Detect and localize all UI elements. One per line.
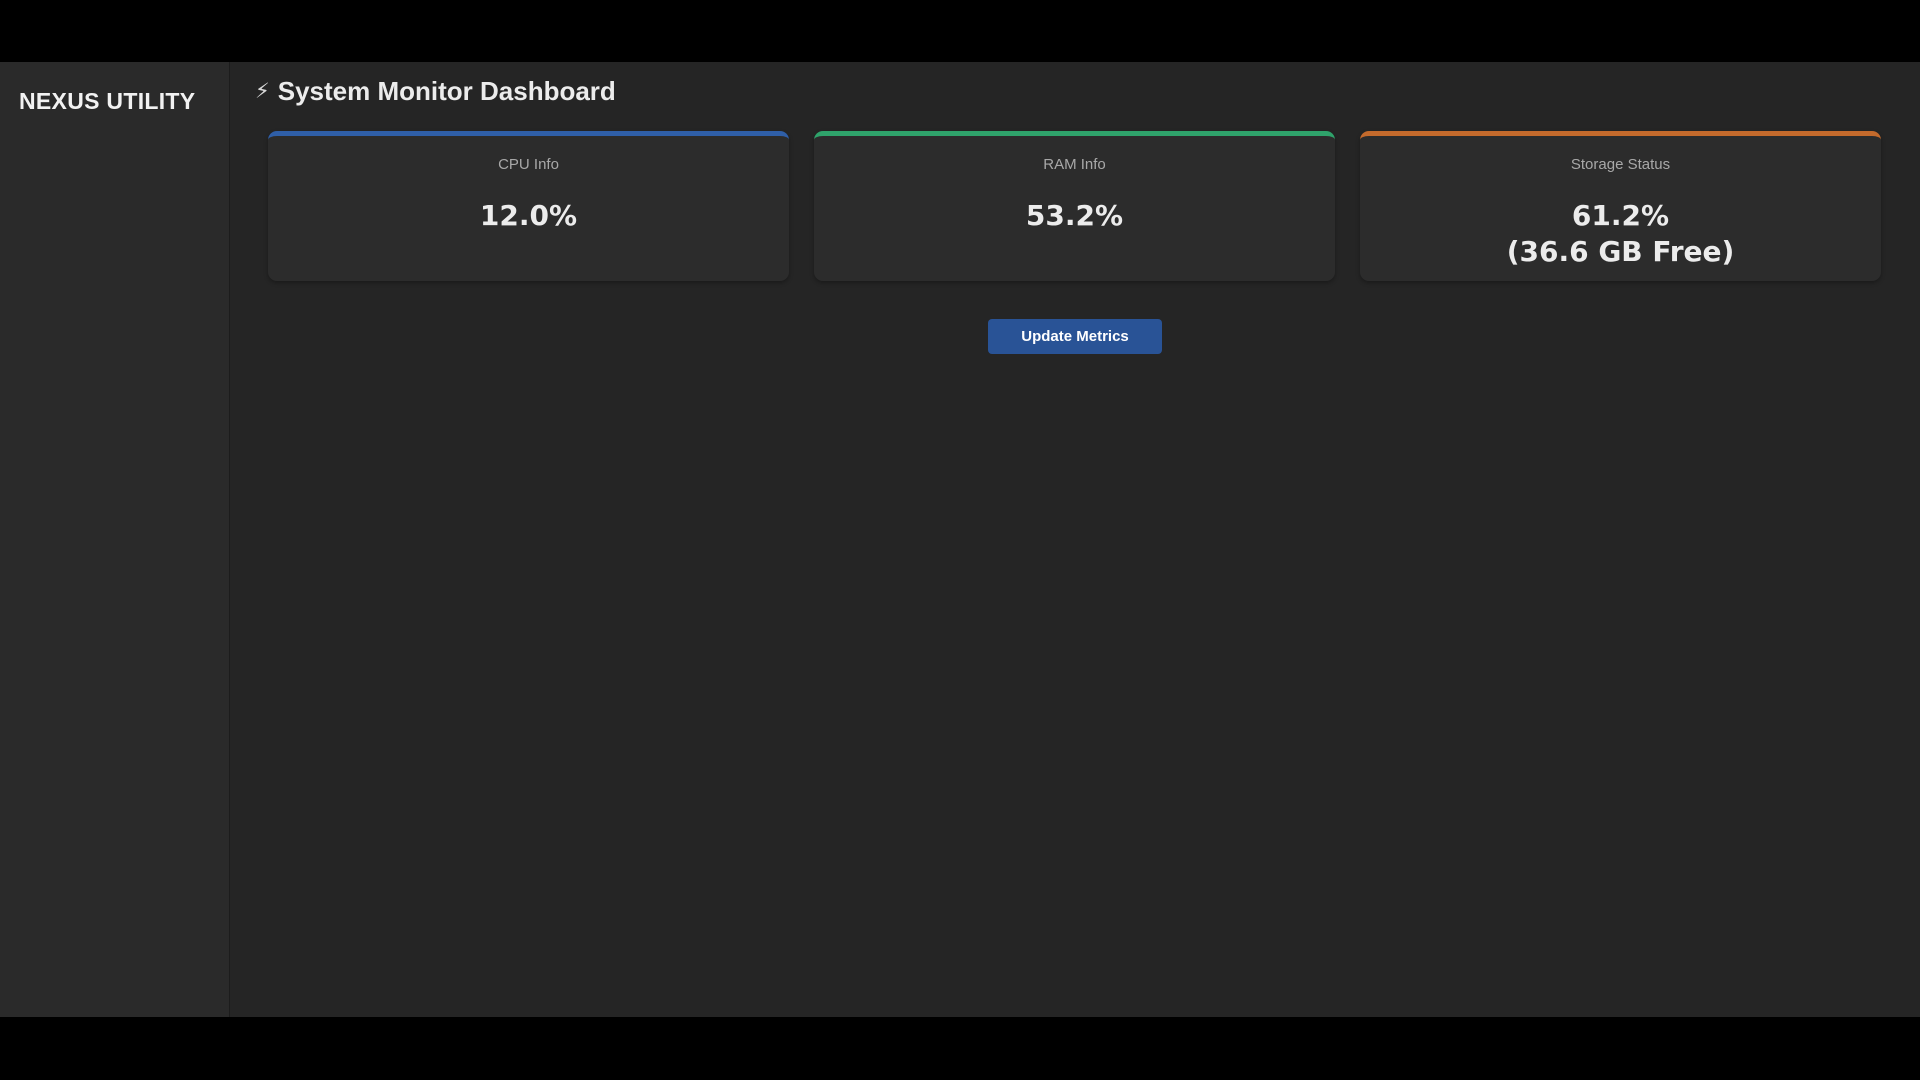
page-header: ⚡ System Monitor Dashboard [255,76,616,107]
lightning-bolt-icon: ⚡ [255,79,270,103]
cpu-card-value: 12.0% [479,199,578,232]
app-window: NEXUS UTILITY ⚡ System Monitor Dashboard… [0,62,1920,1017]
storage-card-value: 61.2% (36.6 GB Free) [1360,198,1881,270]
metric-cards: CPU Info 12.0% RAM Info 53.2% Storage St… [268,131,1881,281]
storage-free: (36.6 GB Free) [1506,235,1735,268]
ram-card-value: 53.2% [1025,199,1124,232]
brand-title: NEXUS UTILITY [19,88,196,114]
ram-card: RAM Info 53.2% [814,131,1335,281]
storage-card: Storage Status 61.2% (36.6 GB Free) [1360,131,1881,281]
page-title: System Monitor Dashboard [277,76,616,106]
update-metrics-button[interactable]: Update Metrics [988,319,1162,354]
cpu-card: CPU Info 12.0% [268,131,789,281]
sidebar: NEXUS UTILITY [0,62,230,1017]
main-content: ⚡ System Monitor Dashboard CPU Info 12.0… [230,62,1920,1017]
storage-percent: 61.2% [1571,199,1670,232]
ram-card-label: RAM Info [1043,156,1106,173]
storage-card-label: Storage Status [1570,156,1671,173]
cpu-card-label: CPU Info [498,156,559,173]
